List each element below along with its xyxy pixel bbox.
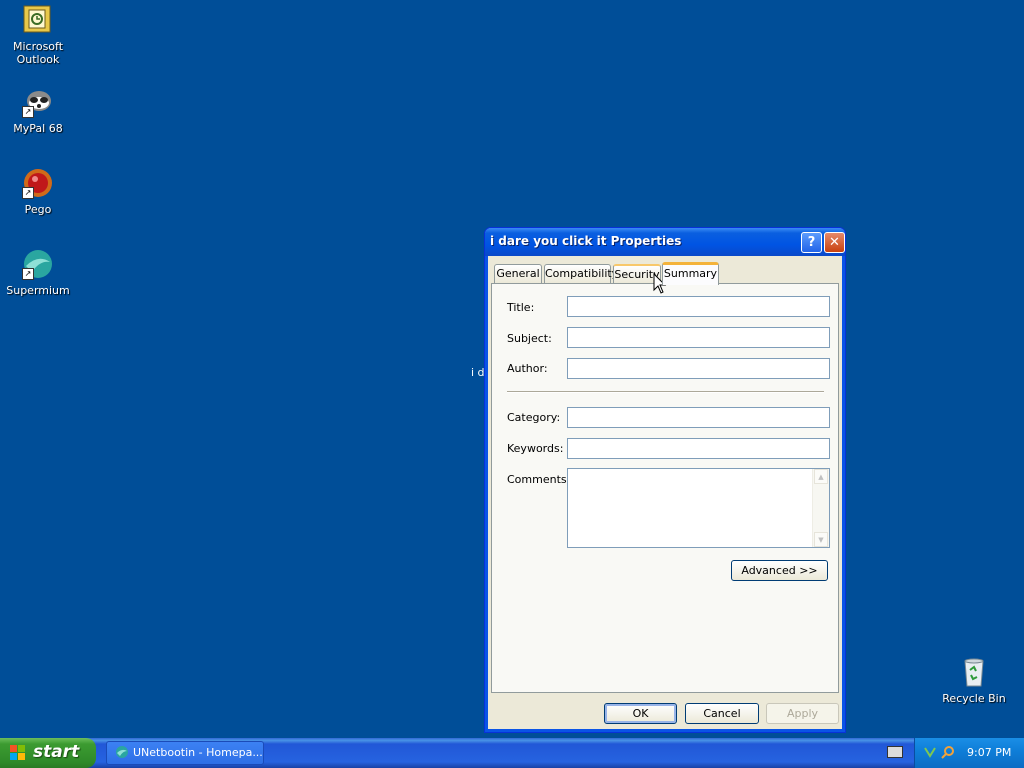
supermium-icon: ↗ [22,248,54,280]
taskbar: start UNetbootin - Homepa... 9:07 PM [0,738,1024,768]
outlook-icon [22,4,54,36]
title-label: Title: [507,301,535,314]
subject-label: Subject: [507,332,552,345]
keyboard-icon[interactable] [887,746,903,758]
close-icon: ✕ [829,235,840,250]
taskbar-button-unetbootin[interactable]: UNetbootin - Homepa... [106,741,264,765]
summary-panel: Title: Subject: Author: Category: Keywor… [491,283,839,693]
browser-icon [115,745,129,759]
shortcut-arrow-icon: ↗ [22,268,34,280]
desktop-icon-mypal[interactable]: ↗ MyPal 68 [0,86,76,135]
taskbar-button-label: UNetbootin - Homepa... [133,746,263,759]
desktop-stray-text: i d [471,366,485,379]
help-button[interactable]: ? [801,232,822,253]
network-icon[interactable] [923,745,937,759]
subject-field[interactable] [567,327,830,348]
start-button[interactable]: start [0,738,96,768]
pego-icon: ↗ [22,167,54,199]
clock[interactable]: 9:07 PM [967,746,1011,759]
shortcut-arrow-icon: ↗ [22,106,34,118]
system-tray: 9:07 PM [914,738,1024,768]
cancel-button[interactable]: Cancel [685,703,759,724]
comments-scrollbar[interactable]: ▲ ▼ [812,469,829,547]
desktop-icon-pego[interactable]: ↗ Pego [0,167,76,216]
title-field[interactable] [567,296,830,317]
recycle-bin-label: Recycle Bin [942,692,1006,705]
comments-label: Comments: [507,473,571,486]
ok-button[interactable]: OK [604,703,677,724]
mypal-icon: ↗ [22,86,54,118]
dialog-title: i dare you click it Properties [490,234,682,248]
category-field[interactable] [567,407,830,428]
author-field[interactable] [567,358,830,379]
advanced-button[interactable]: Advanced >> [731,560,828,581]
author-label: Author: [507,362,548,375]
dialog-titlebar[interactable]: i dare you click it Properties ? ✕ [485,228,845,256]
desktop-icon-label: Supermium [6,284,70,297]
desktop-icon-label: MyPal 68 [13,122,63,135]
desktop-icon-label: Pego [24,203,52,216]
divider [507,391,824,393]
scroll-up-icon[interactable]: ▲ [814,469,828,484]
scroll-down-icon[interactable]: ▼ [814,532,828,547]
desktop-icon-supermium[interactable]: ↗ Supermium [0,248,76,297]
category-label: Category: [507,411,561,424]
shortcut-arrow-icon: ↗ [22,187,34,199]
desktop-icon-recycle-bin[interactable]: Recycle Bin [938,656,1010,705]
tab-general[interactable]: General [494,264,542,283]
properties-dialog: i dare you click it Properties ? ✕ Gener… [484,227,846,733]
recycle-bin-icon [958,656,990,688]
comments-field[interactable]: ▲ ▼ [567,468,830,548]
search-icon[interactable] [941,745,955,759]
help-icon: ? [807,235,816,250]
tab-summary[interactable]: Summary [662,262,719,285]
apply-button[interactable]: Apply [766,703,839,724]
start-label: start [33,742,80,762]
keywords-field[interactable] [567,438,830,459]
keywords-label: Keywords: [507,442,564,455]
desktop-icon-label: Microsoft Outlook [12,40,64,66]
tab-compatibility[interactable]: Compatibility [544,264,618,283]
windows-flag-icon [10,745,26,761]
desktop-icon-outlook[interactable]: Microsoft Outlook [0,4,76,66]
close-button[interactable]: ✕ [824,232,845,253]
